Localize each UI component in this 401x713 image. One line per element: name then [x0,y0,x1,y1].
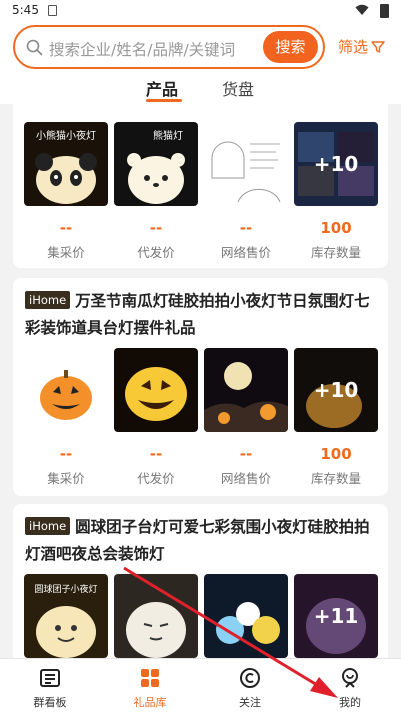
bottom-nav: 群看板 礼品库 关注 我的 [0,658,401,713]
stat-stock-qty: 100 库存数量 [310,219,361,260]
product-thumbnail[interactable] [24,348,108,432]
product-thumbnail[interactable] [204,348,288,432]
header: 搜索企业/姓名/品牌/关键词 搜索 筛选 产品 货盘 [0,22,401,104]
board-icon [40,669,60,687]
sim-icon [48,5,57,16]
tab-stock[interactable]: 货盘 [222,76,254,100]
product-thumbnail[interactable] [114,574,198,658]
search-button[interactable]: 搜索 [263,31,318,63]
product-thumbnail[interactable]: 熊猫灯 [114,122,198,206]
product-thumbnail[interactable]: 圆球团子小夜灯 [24,574,108,658]
product-thumbnail[interactable]: +11 [294,574,378,658]
more-images-count[interactable]: +11 [294,574,378,658]
nav-label: 礼品库 [133,696,167,709]
tab-products[interactable]: 产品 [146,76,178,100]
nav-board[interactable]: 群看板 [0,659,100,713]
nav-gift-library[interactable]: 礼品库 [100,659,200,713]
profile-icon [342,668,358,688]
product-card[interactable]: 小熊猫小夜灯 熊猫灯 +10 -- 集采价 -- 代发价 -- 网络售价 100… [13,104,388,268]
stat-online-price: -- 网络售价 [220,445,271,486]
wifi-icon [355,4,369,15]
more-images-count[interactable]: +10 [294,348,378,432]
battery-icon [380,4,389,18]
stat-dropship-price: -- 代发价 [137,445,175,486]
nav-label: 我的 [339,696,361,709]
follow-icon [240,668,260,688]
filter-label: 筛选 [338,38,369,56]
product-thumbnail[interactable] [204,122,288,206]
stat-online-price: -- 网络售价 [220,219,271,260]
product-card[interactable]: iHome 万圣节南瓜灯硅胶拍拍小夜灯节日氛围灯七彩装饰道具台灯摆件礼品 +10… [13,278,388,496]
status-time: 5:45 [12,3,39,17]
thumbnail-caption: 小熊猫小夜灯 [36,129,96,142]
product-feed[interactable]: 小熊猫小夜灯 熊猫灯 +10 -- 集采价 -- 代发价 -- 网络售价 100… [0,104,401,658]
search-icon [26,39,43,56]
nav-label: 关注 [239,696,261,709]
product-title[interactable]: iHome 万圣节南瓜灯硅胶拍拍小夜灯节日氛围灯七彩装饰道具台灯摆件礼品 [25,288,381,342]
product-thumbnail[interactable]: +10 [294,122,378,206]
status-bar: 5:45 [0,0,401,22]
search-input[interactable]: 搜索企业/姓名/品牌/关键词 搜索 [13,25,325,69]
nav-follow[interactable]: 关注 [200,659,300,713]
product-thumbnail[interactable] [204,574,288,658]
search-placeholder: 搜索企业/姓名/品牌/关键词 [49,41,236,59]
more-images-count[interactable]: +10 [294,122,378,206]
thumbnail-caption: 圆球团子小夜灯 [34,583,97,595]
active-tab-indicator [146,99,182,102]
stat-group-price: -- 集采价 [47,219,85,260]
product-title[interactable]: iHome 圆球团子台灯可爱七彩氛围小夜灯硅胶拍拍灯酒吧夜总会装饰灯 [25,514,381,568]
brand-badge: iHome [25,291,71,309]
product-thumbnail[interactable]: +10 [294,348,378,432]
filter-button[interactable]: 筛选 [338,36,385,57]
filter-icon [371,41,385,53]
stat-dropship-price: -- 代发价 [137,219,175,260]
brand-badge: iHome [25,517,71,535]
product-card[interactable]: iHome 圆球团子台灯可爱七彩氛围小夜灯硅胶拍拍灯酒吧夜总会装饰灯 圆球团子小夜… [13,504,388,658]
stat-group-price: -- 集采价 [47,445,85,486]
thumbnail-caption: 熊猫灯 [153,129,183,142]
gift-grid-icon [141,669,159,687]
nav-profile[interactable]: 我的 [300,659,400,713]
product-thumbnail[interactable] [114,348,198,432]
stat-stock-qty: 100 库存数量 [310,445,361,486]
nav-label: 群看板 [33,696,67,709]
product-thumbnail[interactable]: 小熊猫小夜灯 [24,122,108,206]
product-title-text: 圆球团子台灯可爱七彩氛围小夜灯硅胶拍拍灯酒吧夜总会装饰灯 [25,518,370,563]
product-title-text: 万圣节南瓜灯硅胶拍拍小夜灯节日氛围灯七彩装饰道具台灯摆件礼品 [25,292,370,337]
